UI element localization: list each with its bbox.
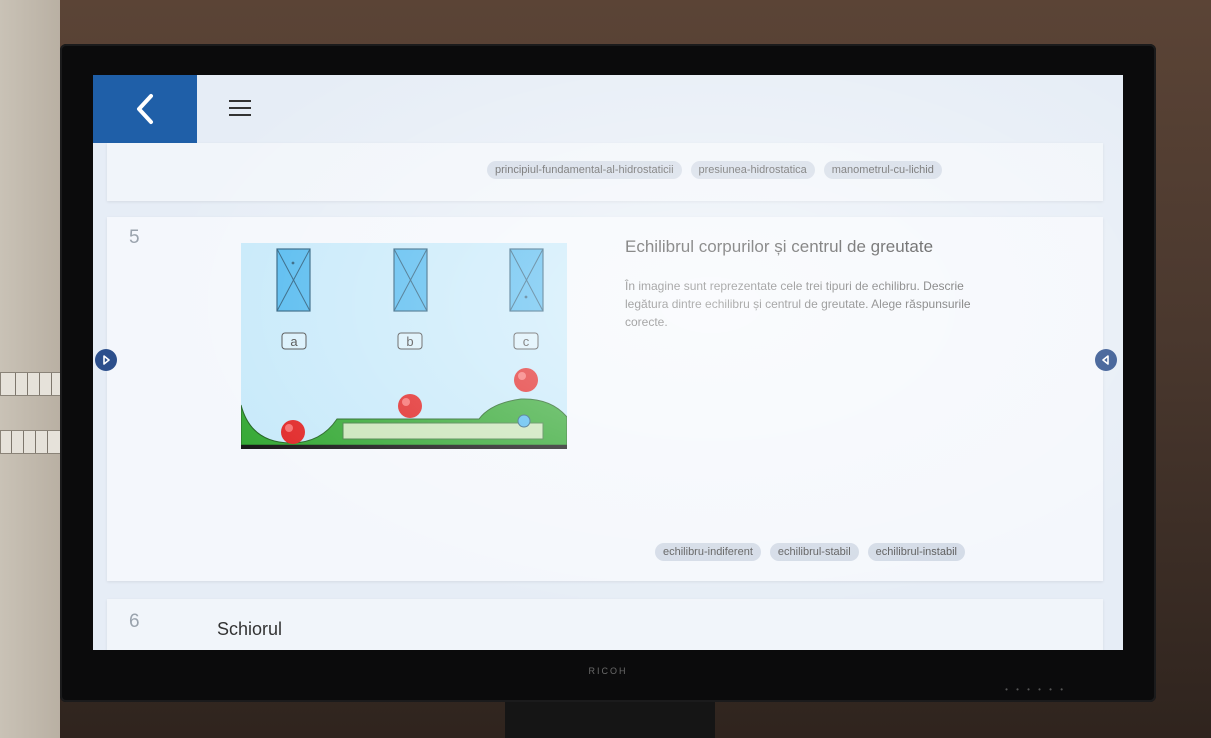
box-a — [276, 248, 311, 312]
tag-presiunea-hidrostatica[interactable]: presiunea-hidrostatica — [690, 161, 815, 179]
wall-panel — [0, 0, 60, 738]
problem-description: În imagine sunt reprezentate cele trei t… — [625, 279, 971, 329]
box-c — [509, 248, 544, 312]
right-side-nav-button[interactable] — [1095, 349, 1117, 371]
monitor-indicator-leds: • • • • • • — [1005, 685, 1066, 694]
box-b — [393, 248, 428, 312]
wall-outlet-strip — [0, 430, 66, 454]
menu-button[interactable] — [225, 95, 255, 121]
play-marker — [517, 414, 531, 428]
label-c: c — [513, 332, 539, 350]
next-problem-number: 6 — [129, 611, 140, 632]
ball-indifferent — [398, 394, 422, 418]
label-c-text: c — [523, 334, 530, 349]
tag-manometrul-cu-lichid[interactable]: manometrul-cu-lichid — [823, 161, 942, 179]
tag-principiul-fundamental[interactable]: principiul-fundamental-al-hidrostaticii — [487, 161, 682, 179]
wall-outlet-strip — [0, 372, 66, 396]
next-problem-title: Schiorul — [217, 619, 283, 639]
ball-stable — [281, 420, 305, 444]
problem-tags: echilibru-indiferent echilibrul-stabil e… — [655, 543, 965, 561]
ball-unstable — [514, 368, 538, 392]
equilibrium-illustration: a b c — [241, 243, 567, 449]
tag-echilibrul-instabil[interactable]: echilibrul-instabil — [867, 543, 965, 561]
label-b-text: b — [406, 334, 413, 349]
tag-echilibrul-stabil[interactable]: echilibrul-stabil — [769, 543, 859, 561]
problem-title: Echilibrul corpurilor și centrul de greu… — [625, 237, 934, 256]
next-problem-card[interactable]: 6 Schiorul — [107, 599, 1103, 650]
previous-problem-card: principiul-fundamental-al-hidrostaticii … — [107, 143, 1103, 201]
arrow-right-icon — [103, 355, 110, 365]
flat-platform — [342, 422, 544, 440]
screen: principiul-fundamental-al-hidrostaticii … — [93, 75, 1123, 650]
chevron-left-icon — [137, 94, 153, 124]
tag-echilibru-indiferent[interactable]: echilibru-indiferent — [655, 543, 761, 561]
problem-card[interactable]: 5 a b c Echilibrul corpurilor și centrul… — [107, 217, 1103, 581]
monitor-brand: RICOH — [588, 666, 628, 676]
label-a-text: a — [290, 334, 298, 349]
label-b: b — [397, 332, 423, 350]
label-a: a — [281, 332, 307, 350]
base-line — [241, 445, 567, 449]
back-button[interactable] — [93, 75, 197, 143]
arrow-left-icon — [1102, 355, 1109, 365]
previous-card-tags: principiul-fundamental-al-hidrostaticii … — [487, 161, 942, 179]
problem-number: 5 — [129, 227, 140, 248]
left-side-nav-button[interactable] — [95, 349, 117, 371]
